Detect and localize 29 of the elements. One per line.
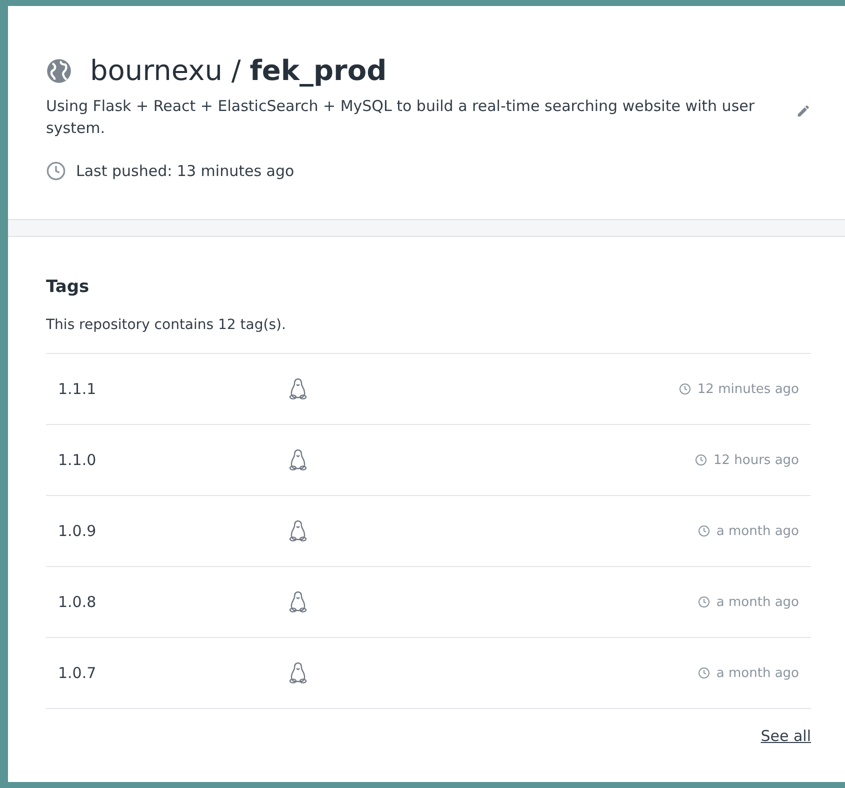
tag-time: a month ago <box>716 524 799 538</box>
tags-heading: Tags <box>46 277 90 297</box>
clock-icon <box>698 525 710 537</box>
tag-name: 1.0.8 <box>58 593 98 611</box>
clock-icon <box>679 383 692 395</box>
see-all-link[interactable]: See all <box>760 727 811 745</box>
tag-name: 1.1.1 <box>58 380 98 398</box>
tag-name: 1.1.0 <box>58 451 98 469</box>
clock-icon <box>46 161 66 181</box>
clock-icon <box>698 596 710 608</box>
tag-time: 12 minutes ago <box>697 382 799 396</box>
tag-name: 1.0.9 <box>58 522 98 540</box>
penguin-icon <box>288 591 308 613</box>
tags-summary: This repository contains 12 tag(s). <box>46 317 287 333</box>
globe-icon <box>46 58 72 84</box>
penguin-icon <box>288 662 308 684</box>
penguin-icon <box>288 449 308 471</box>
repository-title: bournexu / fek_prod <box>90 54 387 87</box>
repository-description: Using Flask + React + ElasticSearch + MySQL to build a real-time searching website with user system. <box>46 96 756 139</box>
last-pushed: Last pushed: 13 minutes ago <box>76 162 294 180</box>
clock-icon <box>698 667 710 679</box>
clock-icon <box>695 454 708 466</box>
tag-time: a month ago <box>716 594 799 610</box>
tag-time: 12 hours ago <box>713 452 799 468</box>
penguin-icon <box>288 520 308 542</box>
edit-icon[interactable] <box>796 103 811 119</box>
tag-time: a month ago <box>716 666 799 680</box>
tag-name: 1.0.7 <box>58 664 98 682</box>
penguin-icon <box>288 378 308 400</box>
